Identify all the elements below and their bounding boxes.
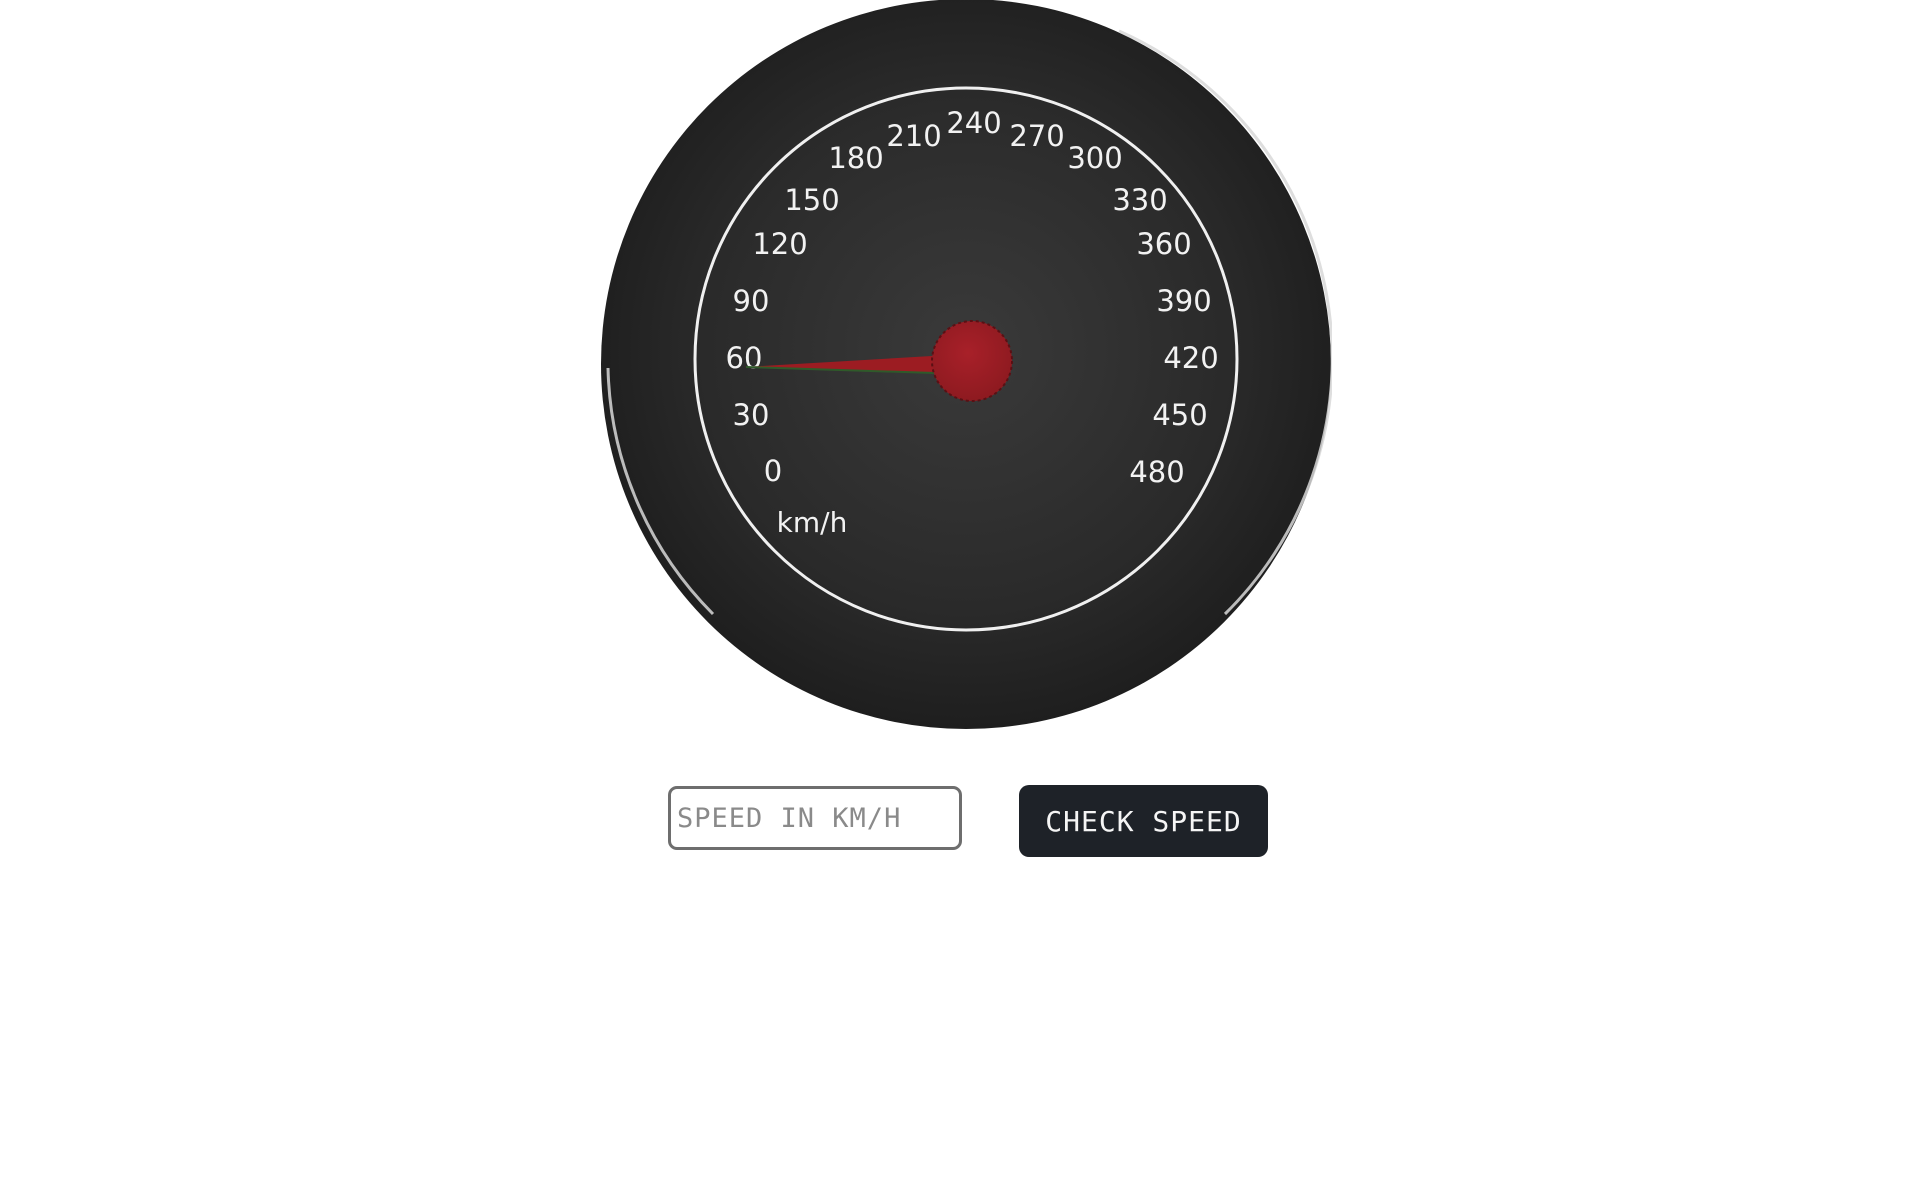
unit-label: km/h [777, 506, 848, 539]
tick-label-330: 330 [1112, 183, 1167, 217]
tick-label-240: 240 [946, 106, 1001, 140]
tick-label-180: 180 [828, 141, 883, 175]
speedometer-dial: 0 30 60 90 120 150 180 210 240 270 300 3… [601, 0, 1332, 729]
tick-label-390: 390 [1156, 284, 1211, 318]
speedometer: 0 30 60 90 120 150 180 210 240 270 300 3… [594, 0, 1332, 732]
tick-label-270: 270 [1009, 119, 1064, 153]
tick-label-60: 60 [726, 341, 763, 375]
tick-label-120: 120 [752, 227, 807, 261]
tick-label-300: 300 [1067, 141, 1122, 175]
check-speed-button[interactable]: CHECK SPEED [1019, 785, 1268, 857]
tick-label-0: 0 [764, 454, 782, 488]
tick-label-90: 90 [733, 284, 770, 318]
tick-label-480: 480 [1129, 455, 1184, 489]
tick-label-420: 420 [1163, 341, 1218, 375]
speed-controls: CHECK SPEED [668, 785, 1268, 858]
tick-label-210: 210 [886, 119, 941, 153]
tick-label-450: 450 [1152, 398, 1207, 432]
needle-hub [931, 320, 1013, 402]
tick-label-150: 150 [784, 183, 839, 217]
tick-label-360: 360 [1136, 227, 1191, 261]
speed-input[interactable] [668, 786, 962, 850]
tick-label-30: 30 [733, 398, 770, 432]
